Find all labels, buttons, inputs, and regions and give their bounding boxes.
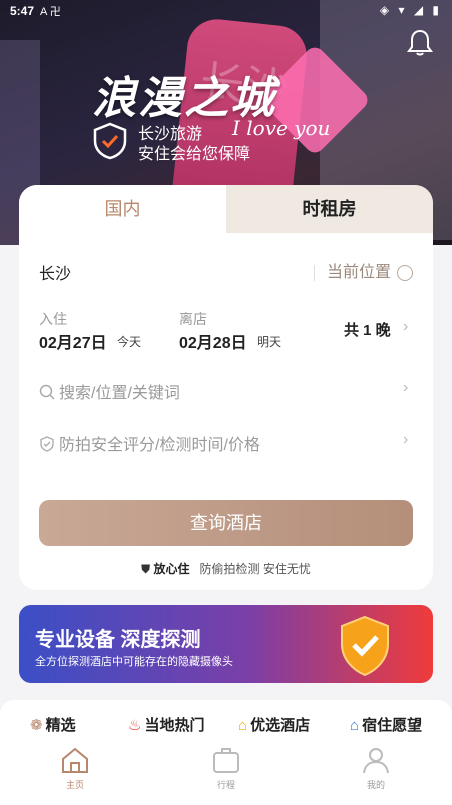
- category-wish[interactable]: ⌂ 宿住愿望: [350, 714, 422, 735]
- search-icon: [39, 384, 55, 400]
- hero-love-text: I love you: [232, 116, 331, 140]
- safe-stay-note: ⛊ 放心住 防偷拍检测 安住无忧: [19, 560, 433, 577]
- divider: [313, 264, 315, 281]
- nights-count: 共 1 晚: [344, 322, 391, 339]
- nav-mine-label: 我的: [366, 780, 385, 790]
- status-time: 5:47: [10, 4, 35, 18]
- chevron-right-icon: ›: [403, 318, 409, 335]
- status-bar: 5:47 A 卍 ◈ ▾ ◢ ▮: [0, 0, 452, 22]
- checkin-label: 入住: [39, 311, 67, 327]
- checkin-day: 今天: [117, 335, 142, 349]
- promo-desc: 全方位探测酒店中可能存在的隐藏摄像头: [35, 656, 233, 668]
- safety-filter-field[interactable]: 防拍安全评分/检测时间/价格: [39, 431, 260, 455]
- luggage-icon: [213, 748, 239, 773]
- keyword-placeholder: 搜索/位置/关键词: [59, 385, 180, 402]
- nav-trip-label: 行程: [216, 780, 235, 790]
- chevron-right-icon: ›: [403, 431, 409, 448]
- tab-domestic[interactable]: 国内: [19, 185, 226, 233]
- safe-text: 防偷拍检测 安住无忧: [199, 562, 311, 576]
- checkout-day: 明天: [257, 335, 282, 349]
- bell-icon[interactable]: [407, 28, 433, 56]
- shield-icon: [93, 122, 127, 160]
- city-selector[interactable]: 长沙 当前位置: [39, 260, 413, 284]
- nav-home[interactable]: 主页: [45, 746, 105, 791]
- category-preferred-hotel[interactable]: ⌂ 优选酒店: [238, 714, 310, 735]
- user-icon: [363, 748, 389, 774]
- tab-hourly[interactable]: 时租房: [226, 185, 433, 233]
- home-icon: ⌂: [350, 717, 360, 734]
- category-label: 精选: [45, 717, 76, 734]
- home-icon: [62, 747, 88, 773]
- shield-check-icon: [40, 436, 54, 452]
- category-featured[interactable]: ❁ 精选: [30, 714, 76, 735]
- bottom-nav: 主页 行程 我的: [0, 740, 452, 805]
- category-local-hot[interactable]: ♨ 当地热门: [128, 714, 204, 735]
- checkout-date: 02月28日: [179, 335, 247, 352]
- promo-title: 专业设备 深度探测: [35, 629, 201, 651]
- keyword-search-field[interactable]: 搜索/位置/关键词: [39, 379, 180, 403]
- house-icon: ⌂: [238, 717, 248, 734]
- status-right-icons: ◈ ▾ ◢ ▮: [379, 3, 442, 17]
- shield-badge-icon: ⛊: [141, 562, 151, 576]
- tab-bar: 国内 时租房: [19, 185, 433, 233]
- nav-trip[interactable]: 行程: [196, 746, 256, 791]
- safe-badge: 放心住: [153, 562, 190, 576]
- current-location-button[interactable]: 当前位置: [313, 258, 413, 282]
- promo-banner[interactable]: 专业设备 深度探测 全方位探测酒店中可能存在的隐藏摄像头: [19, 605, 433, 683]
- checkin-date: 02月27日: [39, 335, 107, 352]
- search-hotel-button[interactable]: 查询酒店: [39, 500, 413, 546]
- city-name: 长沙: [39, 266, 72, 283]
- category-label: 当地热门: [144, 717, 205, 734]
- locate-icon: [397, 264, 413, 281]
- current-location-label: 当前位置: [326, 264, 391, 281]
- chevron-right-icon: ›: [403, 379, 409, 396]
- featured-icon: ❁: [30, 717, 43, 734]
- fire-icon: ♨: [128, 717, 142, 734]
- category-label: 优选酒店: [250, 717, 311, 734]
- hero-subtitle-2: 安住会给您保障: [138, 146, 251, 163]
- filter-placeholder: 防拍安全评分/检测时间/价格: [59, 437, 260, 454]
- status-left-icons: A 卍: [40, 6, 61, 18]
- category-bar: ❁ 精选 ♨ 当地热门 ⌂ 优选酒店 ⌂ 宿住愿望: [0, 700, 452, 740]
- nav-home-label: 主页: [65, 780, 84, 790]
- category-label: 宿住愿望: [362, 717, 423, 734]
- shield-check-icon: [341, 615, 389, 677]
- nav-mine[interactable]: 我的: [346, 746, 406, 791]
- search-card: 国内 时租房 长沙 当前位置 入住 02月27日 今天 离店 02月28日 明天…: [19, 185, 433, 590]
- checkout-label: 离店: [179, 311, 207, 327]
